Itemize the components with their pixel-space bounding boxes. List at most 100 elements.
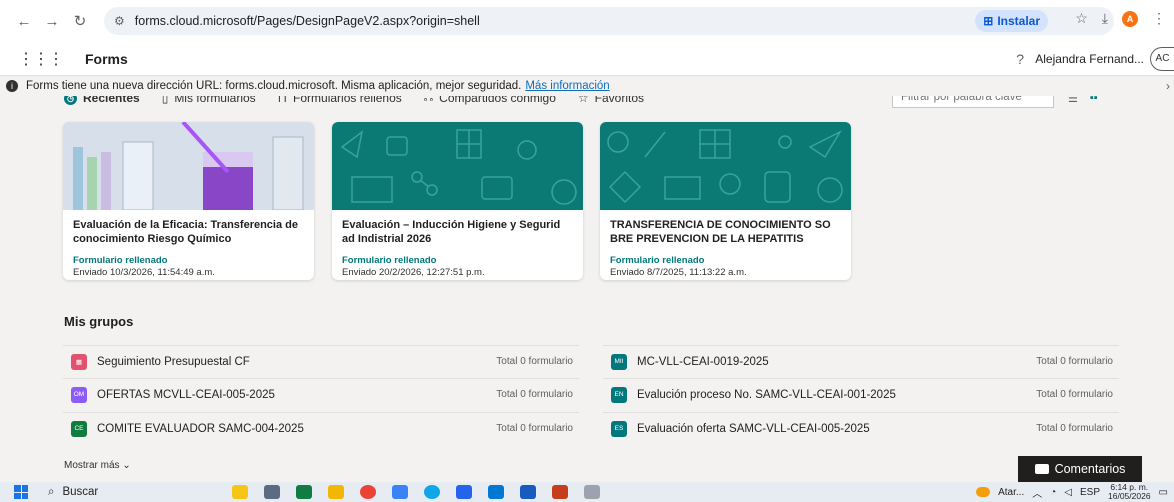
powerpoint-icon[interactable] [552, 485, 568, 499]
chrome-icon[interactable] [360, 485, 376, 499]
more-info-link[interactable]: Más información [525, 80, 609, 92]
document-icon: ▯ [161, 96, 169, 105]
browser-toolbar: ← → ↻ ⚙ forms.cloud.microsoft/Pages/Desi… [0, 0, 1174, 42]
user-name[interactable]: Alejandra Fernand... [1035, 52, 1144, 66]
weather-label[interactable]: Atar... [998, 487, 1024, 498]
excel-icon[interactable] [296, 485, 312, 499]
tab-recientes[interactable]: ◷ Recientes [64, 96, 140, 106]
card-status: Formulario rellenado [610, 255, 705, 266]
profile-avatar[interactable]: A [1122, 10, 1138, 27]
group-item[interactable]: ▦ Seguimiento Presupuestal CF Total 0 fo… [63, 345, 579, 377]
file-explorer-icon[interactable] [328, 485, 344, 499]
clock-date: 16/05/2026 [1108, 491, 1151, 501]
filter-input[interactable] [892, 96, 1054, 108]
back-icon[interactable]: ← [10, 7, 38, 35]
card-status: Formulario rellenado [342, 255, 437, 266]
comment-bubble-icon [1034, 464, 1049, 474]
chevron-right-icon[interactable]: › [1166, 79, 1170, 93]
show-more-label: Mostrar más [64, 460, 120, 471]
group-item[interactable]: EN Evalución proceso No. SAMC-VLL-CEAI-0… [603, 378, 1119, 410]
install-app-button[interactable]: ⊞ Instalar [975, 10, 1048, 32]
tabs-row: ◷ Recientes ▯ Mis formularios ⊓ Formular… [0, 96, 1174, 112]
tab-label: Formularios rellenos [293, 96, 402, 105]
card-title: TRANSFERENCIA DE CONOCIMIENTO SO BRE PRE… [610, 219, 831, 245]
card-thumbnail [63, 122, 314, 210]
comments-button[interactable]: Comentarios [1018, 456, 1142, 482]
tab-formularios-rellenos[interactable]: ⊓ Formularios rellenos [278, 96, 402, 106]
task-view-icon[interactable] [264, 485, 280, 499]
group-badge: EN [611, 386, 627, 403]
group-name: COMITE EVALUADOR SAMC-004-2025 [97, 422, 304, 435]
card-date: Enviado 10/3/2026, 11:54:49 a.m. [73, 267, 215, 278]
windows-start-icon[interactable] [14, 485, 28, 499]
app-title[interactable]: Forms [85, 51, 128, 67]
group-badge: OM [71, 386, 87, 403]
edge-icon[interactable] [424, 485, 440, 499]
info-icon: i [6, 80, 18, 92]
group-count: Total 0 formulario [496, 423, 573, 434]
group-badge: MII [611, 353, 627, 370]
weather-icon[interactable] [976, 487, 991, 497]
tab-favoritos[interactable]: ☆ Favoritos [578, 96, 644, 106]
people-icon: ஃ [423, 96, 434, 104]
avatar[interactable]: AC [1150, 46, 1174, 71]
group-name: MC-VLL-CEAI-0019-2025 [637, 355, 769, 368]
volume-icon[interactable]: ◁ [1064, 487, 1072, 498]
groups-heading: Mis grupos [64, 314, 134, 329]
card-title: Evaluación – Inducción Higiene y Segurid… [342, 219, 561, 245]
store-icon[interactable] [456, 485, 472, 499]
show-more-link[interactable]: Mostrar más ⌄ [64, 460, 131, 471]
group-count: Total 0 formulario [496, 389, 573, 400]
form-card[interactable]: Evaluación – Inducción Higiene y Segurid… [332, 122, 583, 280]
url-text: forms.cloud.microsoft/Pages/DesignPageV2… [134, 14, 480, 28]
tab-label: Mis formularios [174, 96, 256, 105]
copilot-app-icon[interactable] [392, 485, 408, 499]
card-title: Evaluación de la Eficacia: Transferencia… [73, 219, 298, 245]
comments-label: Comentarios [1054, 462, 1126, 476]
pattern-icon [340, 129, 577, 205]
tab-label: Favoritos [594, 96, 645, 105]
network-icon[interactable]: ◔ [1050, 487, 1056, 498]
group-item[interactable]: CE COMITE EVALUADOR SAMC-004-2025 Total … [63, 412, 579, 444]
group-item[interactable]: MII MC-VLL-CEAI-0019-2025 Total 0 formul… [603, 345, 1119, 377]
group-name: OFERTAS MCVLL-CEAI-005-2025 [97, 388, 275, 401]
address-bar[interactable]: ⚙ forms.cloud.microsoft/Pages/DesignPage… [104, 7, 1114, 35]
grid-view-icon[interactable]: ▪▪ [1090, 96, 1098, 105]
chevron-up-icon[interactable]: ︿ [1032, 485, 1042, 500]
group-item[interactable]: ES Evaluación oferta SAMC-VLL-CEAI-005-2… [603, 412, 1119, 444]
list-view-icon[interactable]: ☰ [1068, 96, 1078, 105]
tab-compartidos[interactable]: ஃ Compartidos conmigo [424, 96, 556, 106]
card-thumbnail [600, 122, 851, 210]
card-date: Enviado 8/7/2025, 11:13:22 a.m. [610, 267, 747, 278]
reload-icon[interactable]: ↻ [66, 7, 94, 35]
menu-icon[interactable]: ⋮ [1152, 10, 1166, 27]
search-label: Buscar [62, 486, 99, 498]
filled-form-icon: ⊓ [277, 96, 288, 105]
app-launcher-icon[interactable]: ⋮⋮⋮ [18, 49, 64, 69]
group-count: Total 0 formulario [496, 356, 573, 367]
form-card[interactable]: Evaluación de la Eficacia: Transferencia… [63, 122, 314, 280]
group-item[interactable]: OM OFERTAS MCVLL-CEAI-005-2025 Total 0 f… [63, 378, 579, 410]
clock-icon: ◷ [64, 96, 77, 105]
lang-label[interactable]: ESP [1080, 487, 1100, 498]
clock[interactable]: 6:14 p. m. 16/05/2026 [1108, 483, 1151, 501]
bookmark-star-icon[interactable]: ☆ [1075, 10, 1088, 27]
help-icon[interactable]: ? [1016, 51, 1024, 67]
group-badge: CE [71, 420, 87, 437]
forward-icon[interactable]: → [38, 7, 66, 35]
word-icon[interactable] [520, 485, 536, 499]
copilot-icon[interactable] [232, 485, 248, 499]
paint-icon[interactable] [584, 485, 600, 499]
notifications-icon[interactable]: ▭ [1159, 487, 1168, 498]
form-card[interactable]: TRANSFERENCIA DE CONOCIMIENTO SO BRE PRE… [600, 122, 851, 280]
install-label: Instalar [997, 14, 1040, 28]
outlook-icon[interactable] [488, 485, 504, 499]
info-message: Forms tiene una nueva dirección URL: for… [26, 80, 522, 92]
tab-mis-formularios[interactable]: ▯ Mis formularios [162, 96, 256, 106]
tab-label: Recientes [83, 96, 140, 105]
install-icon: ⊞ [983, 14, 994, 28]
taskbar-search[interactable]: ⌕ Buscar [48, 486, 198, 499]
site-settings-icon[interactable]: ⚙ [114, 14, 125, 28]
tab-label: Compartidos conmigo [439, 96, 556, 105]
download-icon[interactable]: ⤓ [1102, 10, 1108, 27]
